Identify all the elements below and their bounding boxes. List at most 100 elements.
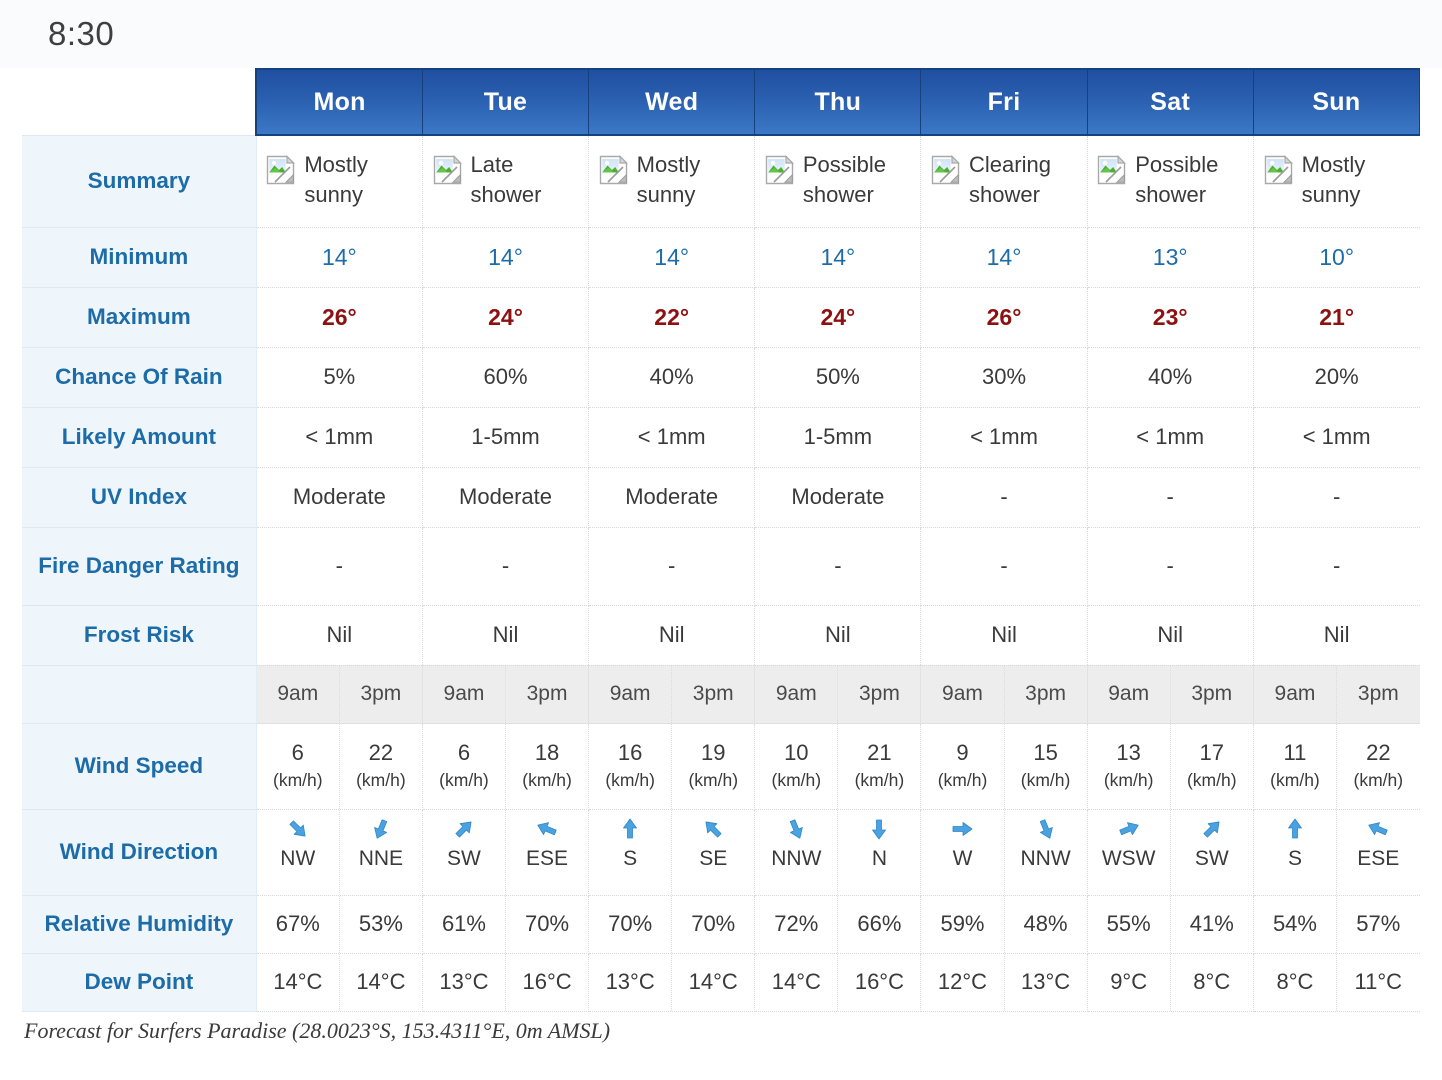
summary-cell-thu: Possible shower [754,135,922,228]
wind-speed-cell-sun: 11 (km/h) 22 (km/h) [1253,723,1420,810]
chance-of-rain-cell-tue: 60% [422,347,590,408]
dew-point-value: 8°C [1254,953,1338,1011]
wind-speed-cell-sat: 13 (km/h) 17 (km/h) [1087,723,1254,810]
dew-point-cell-mon: 14°C 14°C [256,953,423,1012]
summary-cell-fri: Clearing shower [920,135,1088,228]
wind-speed-unit: (km/h) [937,769,988,790]
day-header-fri[interactable]: Fri [920,68,1088,136]
day-header-mon[interactable]: Mon [255,68,423,136]
day-header-sat[interactable]: Sat [1087,68,1254,136]
fire-danger-cell-sat: - [1087,527,1254,606]
humidity-cell-fri: 59% 48% [920,895,1088,954]
likely-amount-cell-sun: < 1mm [1253,407,1420,468]
maximum-cell-mon: 26° [256,287,423,348]
wind-speed-unit: (km/h) [439,769,489,790]
summary-cell-wed: Mostly sunny [588,135,756,228]
dew-point-value: 14°C [257,953,340,1011]
chance-of-rain-cell-sun: 20% [1253,347,1420,408]
wind-speed-unit: (km/h) [1186,769,1237,790]
summary-text: Mostly sunny [636,151,701,208]
wind-speed-unit: (km/h) [605,769,655,790]
wind-direction-label: ESE [526,846,569,870]
row-label-wind-speed: Wind Speed [22,723,257,810]
wind-arrow-icon [617,816,643,842]
time-header-9am: 9am [589,665,673,723]
humidity-value: 57% [1356,910,1401,936]
maximum-cell-wed: 22° [588,287,756,348]
wind-speed-value: 16 [617,740,643,766]
chance-of-rain-cell-sat: 40% [1087,347,1254,408]
summary-cell-sun: Mostly sunny [1253,135,1420,228]
dew-point-cell-wed: 13°C 14°C [588,953,756,1012]
summary-cell-mon: Mostly sunny [256,135,423,228]
time-header-group-fri: 9am 3pm [920,665,1088,724]
wind-arrow-icon [866,816,892,842]
day-header-sun[interactable]: Sun [1253,68,1421,136]
chance-of-rain-cell-mon: 5% [256,347,423,408]
forecast-location-footer: Forecast for Surfers Paradise (28.0023°S… [24,1017,611,1043]
wind-speed-value: 22 [1366,740,1391,766]
weather-forecast-page: 8:30 Mon Tue Wed Thu Fri Sat Sun Summary… [0,0,1442,1080]
row-label-relative-humidity: Relative Humidity [22,895,257,954]
row-label-fire-danger-rating: Fire Danger Rating [22,527,257,606]
row-label-maximum: Maximum [22,287,257,348]
wind-speed-unit: (km/h) [356,769,406,790]
wind-speed-unit: (km/h) [688,769,739,790]
wind-speed-value: 17 [1199,740,1224,766]
summary-text: Possible shower [802,151,886,208]
wind-arrow-icon [1199,816,1225,842]
wind-speed-cell-tue: 6 (km/h) 18 (km/h) [422,723,590,810]
humidity-cell-thu: 72% 66% [754,895,922,954]
wind-direction-cell-sun: S ESE [1253,809,1420,896]
table-row-wind-speed: Wind Speed 6 (km/h) 22 (km/h) 6 (km/h) 18 (k… [22,723,1420,810]
day-header-tue[interactable]: Tue [422,68,590,136]
fire-danger-cell-mon: - [256,527,423,606]
wind-direction-cell-wed: S SE [588,809,756,896]
humidity-cell-sat: 55% 41% [1087,895,1254,954]
forecast-table-container: Mon Tue Wed Thu Fri Sat Sun Summary Most… [0,68,1442,1012]
wind-direction-label: N [871,846,887,870]
wind-direction-label: NNW [1020,846,1071,870]
table-row-time-header: 9am 3pm 9am 3pm 9am 3pm 9am 3pm 9am 3pm … [22,665,1420,724]
likely-amount-cell-fri: < 1mm [920,407,1088,468]
chance-of-rain-cell-wed: 40% [588,347,756,408]
wind-speed-value: 9 [956,740,969,766]
table-header-row: Mon Tue Wed Thu Fri Sat Sun [22,68,1421,136]
humidity-value: 61% [423,895,507,953]
wind-arrow-icon [368,816,394,842]
time-header-9am: 9am [1254,665,1338,723]
time-header-9am: 9am [1088,665,1171,723]
humidity-cell-mon: 67% 53% [256,895,423,954]
time-header-group-mon: 9am 3pm [256,665,423,724]
table-row-likely-amount: Likely Amount < 1mm 1-5mm < 1mm 1-5mm < … [22,407,1420,468]
dew-point-value: 13°C [1021,968,1071,994]
row-label-likely-amount: Likely Amount [22,407,257,468]
time-header-3pm: 3pm [1191,682,1233,705]
time-header-group-sun: 9am 3pm [1253,665,1420,724]
frost-risk-cell-tue: Nil [422,605,590,666]
row-label-time-blank [22,665,257,724]
wind-direction-label: NNW [771,846,822,870]
humidity-value: 55% [1088,895,1171,953]
likely-amount-cell-mon: < 1mm [256,407,423,468]
dew-point-value: 12°C [921,953,1005,1011]
day-header-wed[interactable]: Wed [588,68,756,136]
dew-point-cell-tue: 13°C 16°C [422,953,590,1012]
wind-arrow-icon [1365,816,1391,842]
wind-direction-cell-tue: SW ESE [422,809,590,896]
table-row-frost-risk: Frost Risk Nil Nil Nil Nil Nil Nil Nil [22,605,1420,666]
table-row-relative-humidity: Relative Humidity 67% 53% 61% 70% 70% 70… [22,895,1420,954]
wind-speed-cell-mon: 6 (km/h) 22 (km/h) [256,723,423,810]
wind-speed-value: 11 [1283,740,1307,766]
table-row-uv-index: UV Index Moderate Moderate Moderate Mode… [22,467,1420,528]
frost-risk-cell-wed: Nil [588,605,756,666]
broken-image-icon [433,154,463,194]
wind-speed-cell-thu: 10 (km/h) 21 (km/h) [754,723,922,810]
broken-image-icon [931,154,961,194]
row-label-frost-risk: Frost Risk [22,605,257,666]
wind-arrow-icon [700,816,726,842]
humidity-cell-tue: 61% 70% [422,895,590,954]
table-row-wind-direction: Wind Direction NW NNE SW ESE S SE NNW N … [22,809,1420,896]
day-header-thu[interactable]: Thu [754,68,922,136]
wind-arrow-icon [1116,816,1142,842]
